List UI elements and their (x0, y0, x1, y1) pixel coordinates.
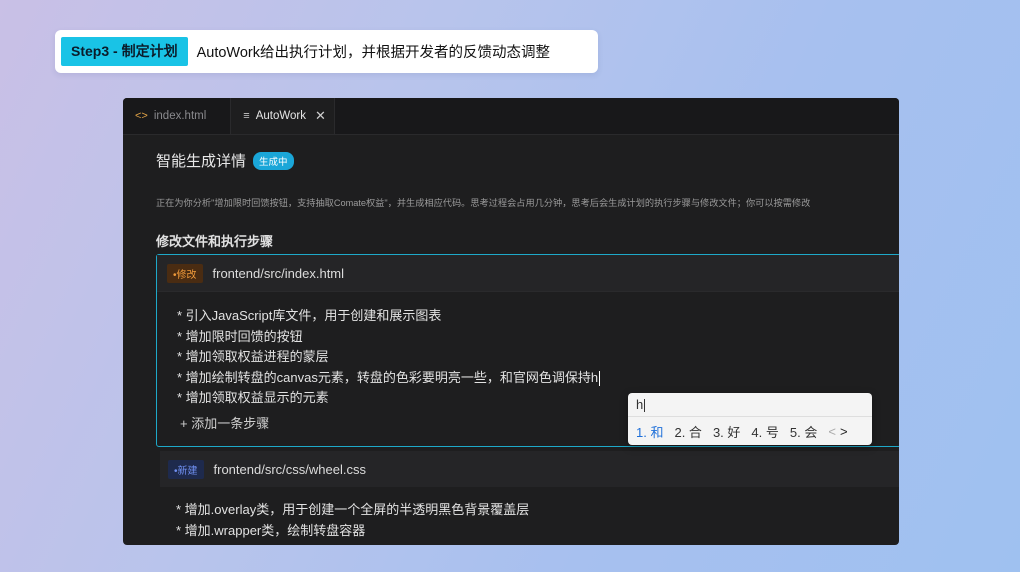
file-header-wheel-css: •新建 frontend/src/css/wheel.css (160, 451, 899, 487)
step-item[interactable]: * 增加.wrapper类，绘制转盘容器 (176, 521, 529, 542)
description-text: 正在为你分析"增加限时回馈按钮，支持抽取Comate权益"，并生成相应代码。思考… (156, 198, 811, 208)
chevron-left-icon[interactable]: < (828, 424, 836, 439)
status-badge: 生成中 (253, 151, 294, 170)
main-content: 智能生成详情 生成中 正在为你分析"增加限时回馈按钮，支持抽取Comate权益"… (156, 150, 899, 250)
new-tag-dropdown[interactable]: •新建 (168, 459, 204, 479)
step-badge: Step3 - 制定计划 (61, 37, 188, 66)
ime-candidate[interactable]: 2. 合 (674, 422, 701, 441)
ime-candidates: 1. 和 2. 合 3. 好 4. 号 5. 会 < > (628, 417, 872, 445)
ime-candidate[interactable]: 1. 和 (636, 422, 663, 441)
step-item[interactable]: * 增加.overlay类，用于创建一个全屏的半透明黑色背景覆盖层 (176, 500, 529, 521)
page-title: 智能生成详情 (156, 153, 247, 170)
ime-cursor (644, 399, 646, 413)
ime-candidate[interactable]: 5. 会 (790, 422, 817, 441)
modify-tag-dropdown[interactable]: •修改 (167, 263, 203, 283)
file-path: frontend/src/index.html (212, 265, 345, 281)
step-item[interactable]: * 引入JavaScript库文件，用于创建和展示图表 (177, 306, 899, 327)
chevron-right-icon[interactable]: > (840, 424, 848, 439)
step-banner: Step3 - 制定计划 AutoWork给出执行计划，并根据开发者的反馈动态调… (55, 30, 598, 73)
code-icon: <> (135, 110, 148, 122)
step-item[interactable]: * 增加领取权益进程的蒙层 (177, 347, 899, 368)
section-title: 修改文件和执行步骤 (156, 234, 274, 249)
ime-candidate[interactable]: 3. 好 (713, 422, 740, 441)
tab-bar: <> index.html ≡ AutoWork ✕ (123, 98, 899, 135)
step-item[interactable]: * 增加限时回馈的按钮 (177, 327, 899, 348)
banner-text: AutoWork给出执行计划，并根据开发者的反馈动态调整 (196, 45, 550, 61)
tab-label: AutoWork (255, 110, 306, 122)
document-icon: ≡ (243, 110, 250, 122)
ime-candidate[interactable]: 4. 号 (751, 422, 778, 441)
step-text: * 增加绘制转盘的canvas元素，转盘的色彩要明亮一些，和官网色调保持h (177, 369, 599, 385)
file-path: frontend/src/css/wheel.css (213, 461, 366, 477)
close-icon[interactable]: ✕ (315, 108, 326, 124)
ime-input-row: h (628, 393, 872, 417)
file-header: •修改 frontend/src/index.html (157, 255, 899, 292)
editor-window: <> index.html ≡ AutoWork ✕ 智能生成详情 生成中 正在… (123, 98, 899, 545)
text-cursor (599, 370, 601, 386)
step-item-editing[interactable]: * 增加绘制转盘的canvas元素，转盘的色彩要明亮一些，和官网色调保持h (177, 368, 899, 389)
ime-input-text: h (636, 397, 644, 412)
step-list: * 增加.overlay类，用于创建一个全屏的半透明黑色背景覆盖层 * 增加.w… (176, 500, 529, 541)
tab-label: index.html (153, 110, 207, 122)
title-row: 智能生成详情 生成中 (156, 150, 899, 171)
tab-autowork[interactable]: ≡ AutoWork ✕ (230, 98, 335, 134)
tab-index-html[interactable]: <> index.html (123, 98, 218, 134)
ime-candidate-popup: h 1. 和 2. 合 3. 好 4. 号 5. 会 < > (628, 393, 872, 445)
